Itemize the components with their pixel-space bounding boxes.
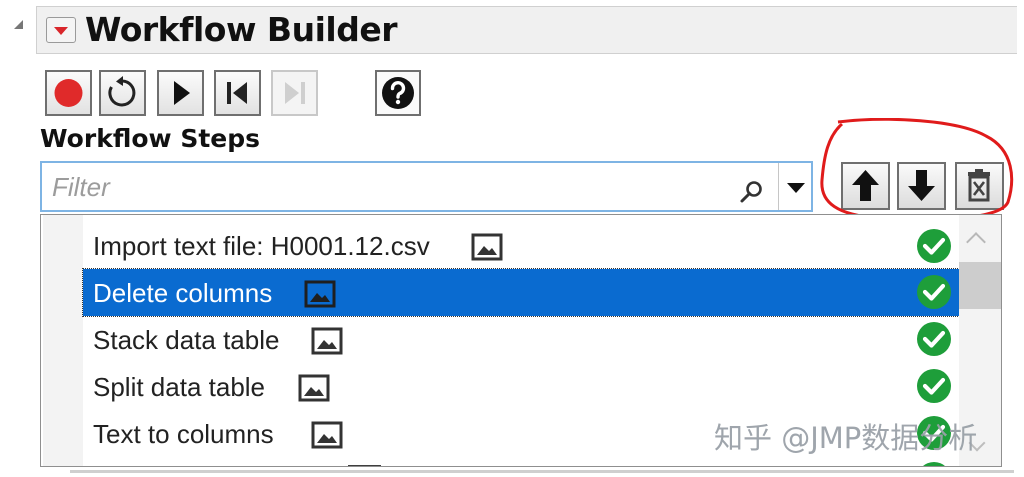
check-icon xyxy=(917,369,951,403)
step-row-delete-columns[interactable]: Delete columns xyxy=(82,268,962,317)
image-icon[interactable] xyxy=(298,374,330,402)
image-icon[interactable] xyxy=(471,233,503,261)
workflow-steps-label: Workflow Steps xyxy=(40,124,261,153)
step-label: Import text file: H0001.12.csv xyxy=(93,231,430,261)
arrow-up-icon xyxy=(852,170,879,201)
filter-input[interactable] xyxy=(46,167,736,207)
image-icon[interactable] xyxy=(304,280,336,308)
image-icon[interactable] xyxy=(311,327,343,355)
arrow-down-icon xyxy=(908,170,935,201)
delete-step-button[interactable] xyxy=(955,162,1004,210)
check-icon xyxy=(915,460,953,467)
step-label: Split data table xyxy=(93,372,266,402)
scrollbar-thumb[interactable] xyxy=(959,262,1001,309)
check-icon xyxy=(917,275,951,309)
step-row-split[interactable]: Split data table xyxy=(83,363,961,410)
reset-button[interactable] xyxy=(99,70,146,116)
check-icon xyxy=(917,322,951,356)
panel-title: Workflow Builder xyxy=(85,10,397,49)
move-up-button[interactable] xyxy=(841,162,890,210)
filter-field[interactable] xyxy=(40,161,813,212)
step-forward-button[interactable] xyxy=(271,70,318,116)
help-icon xyxy=(382,77,414,109)
step-back-button[interactable] xyxy=(214,70,261,116)
filter-dropdown-button[interactable] xyxy=(784,178,808,198)
step-row-import[interactable]: Import text file: H0001.12.csv xyxy=(83,222,961,269)
filter-divider xyxy=(778,163,779,210)
check-icon xyxy=(917,229,951,263)
panel-bottom-border xyxy=(70,470,1014,473)
move-down-button[interactable] xyxy=(897,162,946,210)
image-icon[interactable] xyxy=(311,421,343,449)
reset-icon xyxy=(108,76,136,107)
watermark-text: 知乎 @JMP数据分析 xyxy=(714,421,978,455)
step-back-icon xyxy=(227,82,247,104)
play-button[interactable] xyxy=(157,70,204,116)
record-icon xyxy=(54,79,83,107)
record-button[interactable] xyxy=(45,70,92,116)
search-icon[interactable] xyxy=(737,178,765,206)
help-button[interactable] xyxy=(375,70,421,116)
outline-collapse-icon[interactable] xyxy=(14,20,23,29)
list-gutter xyxy=(43,215,83,466)
step-label: Stack data table xyxy=(93,325,280,355)
step-forward-icon xyxy=(285,82,305,104)
step-label: Delete columns xyxy=(93,278,273,308)
step-label: Text to columns xyxy=(93,419,274,449)
red-triangle-menu-button[interactable] xyxy=(46,17,76,43)
image-icon-partial xyxy=(348,465,381,466)
step-row-stack[interactable]: Stack data table xyxy=(83,316,961,363)
play-icon xyxy=(174,81,190,105)
trash-icon xyxy=(968,169,990,202)
